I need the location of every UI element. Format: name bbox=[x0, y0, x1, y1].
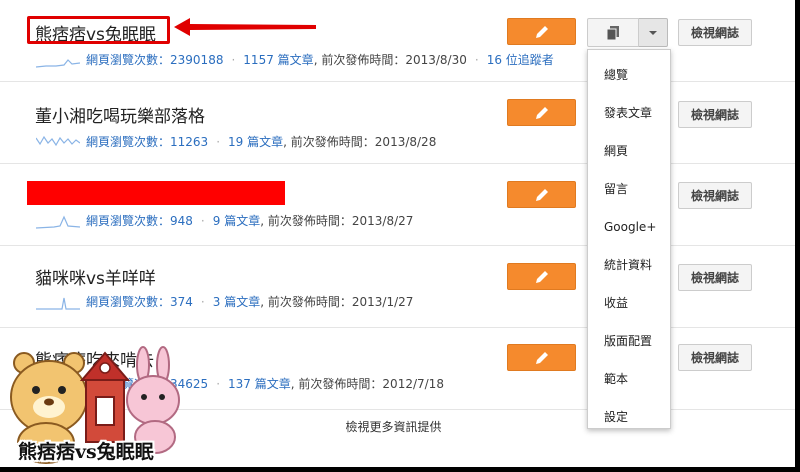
views-sparkline-icon bbox=[36, 58, 80, 68]
menu-item-layout[interactable]: 版面配置 bbox=[588, 322, 670, 360]
pencil-icon bbox=[535, 270, 548, 283]
views-count[interactable]: 374 bbox=[170, 295, 193, 309]
posts-label[interactable]: 篇文章 bbox=[247, 133, 283, 150]
view-blog-button[interactable]: 檢視網誌 bbox=[678, 344, 752, 371]
view-blog-button[interactable]: 檢視網誌 bbox=[678, 101, 752, 128]
view-blog-button[interactable]: 檢視網誌 bbox=[678, 182, 752, 209]
last-post-date: 2013/1/27 bbox=[351, 294, 414, 309]
blog-stats: 網頁瀏覽次數： 11263 · 19 篇文章, 前次發佈時間： 2013/8/28 bbox=[36, 133, 436, 150]
watermark-caption: 熊痞痞vs兔眠眠 bbox=[18, 441, 154, 463]
blog-row: 董小湘吃喝玩樂部落格 網頁瀏覽次數： 11263 · 19 篇文章, 前次發佈時間… bbox=[0, 82, 795, 164]
highlight-box bbox=[27, 16, 170, 44]
last-post-label: , 前次發佈時間： bbox=[313, 53, 406, 67]
posts-label[interactable]: 篇文章 bbox=[255, 375, 291, 392]
separator: · bbox=[200, 213, 205, 228]
blog-actions-menu: 總覽 發表文章 網頁 留言 Google+ 統計資料 收益 版面配置 範本 設定 bbox=[587, 49, 671, 429]
followers-link[interactable]: 16 位追蹤者 bbox=[487, 51, 554, 68]
views-count[interactable]: 948 bbox=[170, 214, 193, 228]
views-count[interactable]: 11263 bbox=[170, 135, 208, 149]
posts-count[interactable]: 3 bbox=[213, 295, 221, 309]
last-post-date: 2013/8/27 bbox=[351, 213, 414, 228]
menu-item-overview[interactable]: 總覽 bbox=[588, 56, 670, 94]
posts-count[interactable]: 9 bbox=[213, 214, 221, 228]
views-sparkline-icon bbox=[36, 215, 80, 229]
separator: · bbox=[231, 52, 236, 67]
views-label[interactable]: 網頁瀏覽次數： bbox=[86, 51, 170, 68]
blog-title-link[interactable]: 貓咪咪vs羊咩咩 bbox=[35, 264, 156, 289]
pencil-icon bbox=[535, 351, 548, 364]
last-post-date: 2012/7/18 bbox=[382, 376, 444, 391]
menu-item-pages[interactable]: 網頁 bbox=[588, 132, 670, 170]
menu-item-google-plus[interactable]: Google+ bbox=[588, 208, 670, 246]
views-sparkline-icon bbox=[36, 135, 80, 146]
separator: · bbox=[200, 294, 205, 309]
red-arrow-icon bbox=[174, 18, 316, 36]
views-count[interactable]: 2390188 bbox=[170, 53, 223, 67]
posts-count[interactable]: 19 bbox=[228, 135, 243, 149]
last-post-label: , 前次發佈時間： bbox=[260, 214, 352, 228]
posts-label[interactable]: 篇文章 bbox=[278, 51, 314, 68]
blog-stats: 網頁瀏覽次數： 374 · 3 篇文章, 前次發佈時間： 2013/1/27 bbox=[36, 293, 413, 310]
posts-button[interactable] bbox=[587, 18, 639, 47]
views-label[interactable]: 網頁瀏覽次數： bbox=[86, 133, 170, 150]
new-post-button[interactable] bbox=[507, 263, 576, 290]
menu-item-stats[interactable]: 統計資料 bbox=[588, 246, 670, 284]
last-post-date: 2013/8/30 bbox=[405, 52, 467, 67]
separator: · bbox=[216, 376, 221, 391]
blog-list-panel: 熊痞痞vs兔眠眠 網頁瀏覽次數： 2390188 · 1157 篇文章, 前次發佈… bbox=[0, 0, 795, 467]
menu-item-template[interactable]: 範本 bbox=[588, 360, 670, 398]
posts-count[interactable]: 137 bbox=[228, 377, 251, 391]
menu-item-comments[interactable]: 留言 bbox=[588, 170, 670, 208]
menu-item-earnings[interactable]: 收益 bbox=[588, 284, 670, 322]
posts-label[interactable]: 篇文章 bbox=[224, 212, 260, 229]
new-post-button[interactable] bbox=[507, 99, 576, 126]
pencil-icon bbox=[535, 106, 548, 119]
posts-split-button bbox=[587, 18, 668, 47]
posts-label[interactable]: 篇文章 bbox=[224, 293, 260, 310]
blog-title-link[interactable]: 董小湘吃喝玩樂部落格 bbox=[35, 102, 205, 127]
last-post-label: , 前次發佈時間： bbox=[260, 295, 352, 309]
dropdown-toggle[interactable] bbox=[639, 18, 668, 47]
last-post-date: 2013/8/28 bbox=[374, 134, 437, 149]
pencil-icon bbox=[535, 188, 548, 201]
view-blog-button[interactable]: 檢視網誌 bbox=[678, 19, 752, 46]
last-post-label: , 前次發佈時間： bbox=[283, 135, 375, 149]
blog-stats: 網頁瀏覽次數： 948 · 9 篇文章, 前次發佈時間： 2013/8/27 bbox=[36, 212, 413, 229]
pencil-icon bbox=[535, 25, 548, 38]
new-post-button[interactable] bbox=[507, 18, 576, 45]
blog-row: 貓咪咪vs羊咩咩 網頁瀏覽次數： 374 · 3 篇文章, 前次發佈時間： 2013… bbox=[0, 246, 795, 328]
redaction-bar bbox=[27, 181, 285, 205]
posts-count[interactable]: 1157 bbox=[243, 53, 274, 67]
separator: · bbox=[474, 52, 479, 67]
new-post-button[interactable] bbox=[507, 344, 576, 371]
separator: · bbox=[216, 134, 221, 149]
view-blog-button[interactable]: 檢視網誌 bbox=[678, 264, 752, 291]
menu-item-posts[interactable]: 發表文章 bbox=[588, 94, 670, 132]
views-label[interactable]: 網頁瀏覽次數： bbox=[86, 212, 170, 229]
new-post-button[interactable] bbox=[507, 181, 576, 208]
last-post-label: , 前次發佈時間： bbox=[290, 377, 383, 391]
menu-item-settings[interactable]: 設定 bbox=[588, 398, 670, 436]
blog-stats: 網頁瀏覽次數： 2390188 · 1157 篇文章, 前次發佈時間： 2013/8… bbox=[36, 51, 554, 68]
documents-icon bbox=[606, 25, 619, 40]
views-label[interactable]: 網頁瀏覽次數： bbox=[86, 293, 170, 310]
blog-row: 網頁瀏覽次數： 948 · 9 篇文章, 前次發佈時間： 2013/8/27 檢視網… bbox=[0, 164, 795, 246]
views-sparkline-icon bbox=[36, 297, 80, 310]
caret-down-icon bbox=[649, 30, 657, 35]
